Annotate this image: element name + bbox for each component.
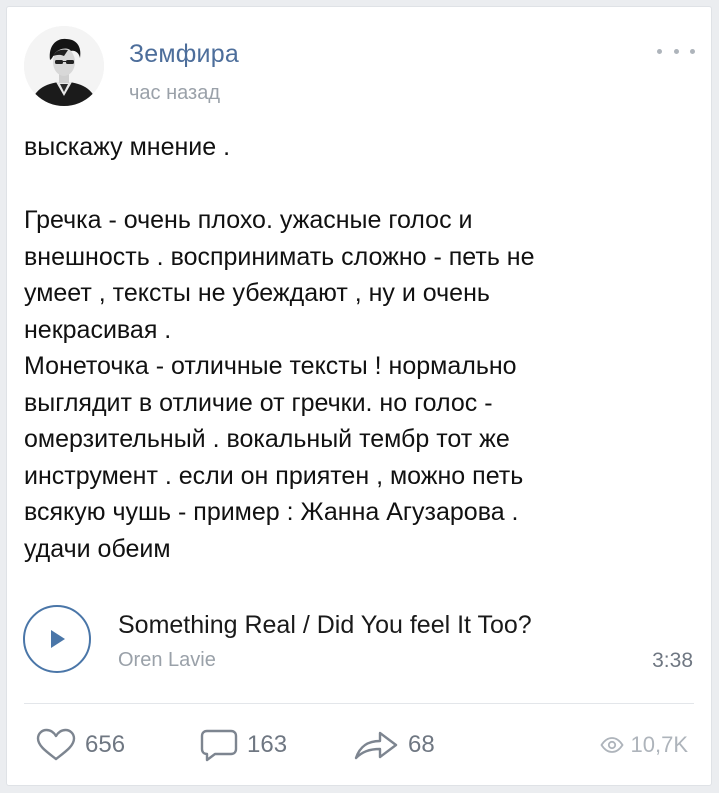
views-count: 10,7K — [630, 732, 689, 757]
audio-attachment: Something Real / Did You feel It Too? Or… — [7, 599, 711, 679]
play-button[interactable] — [23, 605, 91, 673]
eye-icon — [599, 737, 624, 753]
play-icon — [51, 630, 65, 648]
post-card: Земфира час назад выскажу мнение . Гречк… — [6, 6, 712, 786]
author-name[interactable]: Земфира — [129, 40, 239, 69]
comment-count: 163 — [247, 731, 288, 758]
more-dot — [690, 48, 695, 54]
divider — [24, 703, 694, 704]
more-dots-icon[interactable] — [657, 41, 695, 61]
avatar-photo — [24, 26, 104, 106]
share-arrow-icon — [354, 731, 398, 760]
views-counter: 10,7K — [599, 725, 689, 765]
comment-icon — [200, 729, 238, 762]
share-button[interactable]: 68 — [352, 725, 435, 765]
like-count: 656 — [85, 731, 126, 758]
post-text: выскажу мнение . Гречка - очень плохо. у… — [24, 133, 535, 563]
like-button[interactable]: 656 — [35, 725, 125, 765]
audio-artist[interactable]: Oren Lavie — [118, 649, 216, 672]
share-count: 68 — [408, 731, 435, 758]
more-dot — [673, 48, 679, 54]
heart-icon — [36, 728, 76, 761]
audio-duration: 3:38 — [652, 649, 693, 672]
audio-title[interactable]: Something Real / Did You feel It Too? — [118, 611, 532, 640]
avatar[interactable] — [24, 26, 104, 106]
comment-button[interactable]: 163 — [199, 725, 287, 765]
post-header: Земфира час назад — [7, 7, 711, 117]
post-time[interactable]: час назад — [129, 82, 220, 105]
more-dot — [657, 48, 662, 54]
post-actions: 656 163 68 10,7K — [7, 725, 711, 765]
